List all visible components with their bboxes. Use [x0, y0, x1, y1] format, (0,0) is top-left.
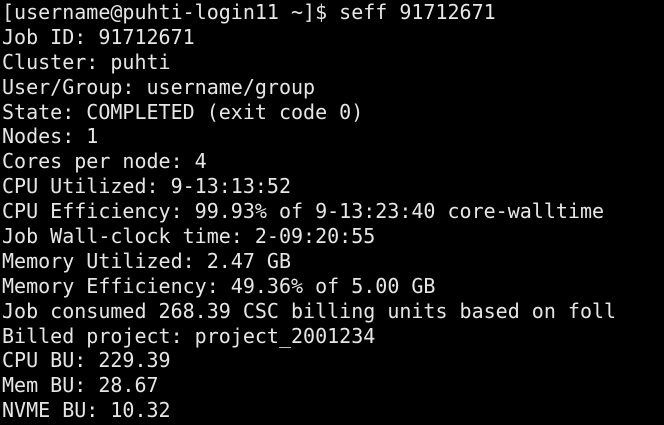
terminal-line-cores-per-node: Cores per node: 4 — [2, 149, 207, 174]
terminal-line-billed-project: Billed project: project_2001234 — [2, 323, 376, 348]
terminal-line-wall-clock-time: Job Wall-clock time: 2-09:20:55 — [2, 224, 376, 249]
terminal-line-memory-efficiency: Memory Efficiency: 49.36% of 5.00 GB — [2, 273, 436, 298]
terminal-line-billing-units: Job consumed 268.39 CSC billing units ba… — [2, 298, 617, 323]
terminal-line-cpu-utilized: CPU Utilized: 9-13:13:52 — [2, 174, 291, 199]
terminal-line-prompt: [username@puhti-login11 ~]$ seff 9171267… — [2, 0, 496, 24]
terminal-line-job-id: Job ID: 91712671 — [2, 24, 195, 49]
terminal-output: [username@puhti-login11 ~]$ seff 9171267… — [2, 0, 616, 423]
terminal-line-nodes: Nodes: 1 — [2, 124, 99, 149]
terminal-line-user-group: User/Group: username/group — [2, 74, 316, 99]
terminal-line-state: State: COMPLETED (exit code 0) — [2, 99, 364, 124]
terminal-line-cluster: Cluster: puhti — [2, 49, 171, 74]
terminal-line-nvme-bu: NVME BU: 10.32 — [2, 398, 171, 423]
terminal-line-cpu-efficiency: CPU Efficiency: 99.93% of 9-13:23:40 cor… — [2, 199, 605, 224]
terminal-line-memory-utilized: Memory Utilized: 2.47 GB — [2, 248, 291, 273]
terminal-line-mem-bu: Mem BU: 28.67 — [2, 373, 159, 398]
terminal-window[interactable]: [username@puhti-login11 ~]$ seff 9171267… — [0, 0, 664, 425]
terminal-line-cpu-bu: CPU BU: 229.39 — [2, 348, 171, 373]
